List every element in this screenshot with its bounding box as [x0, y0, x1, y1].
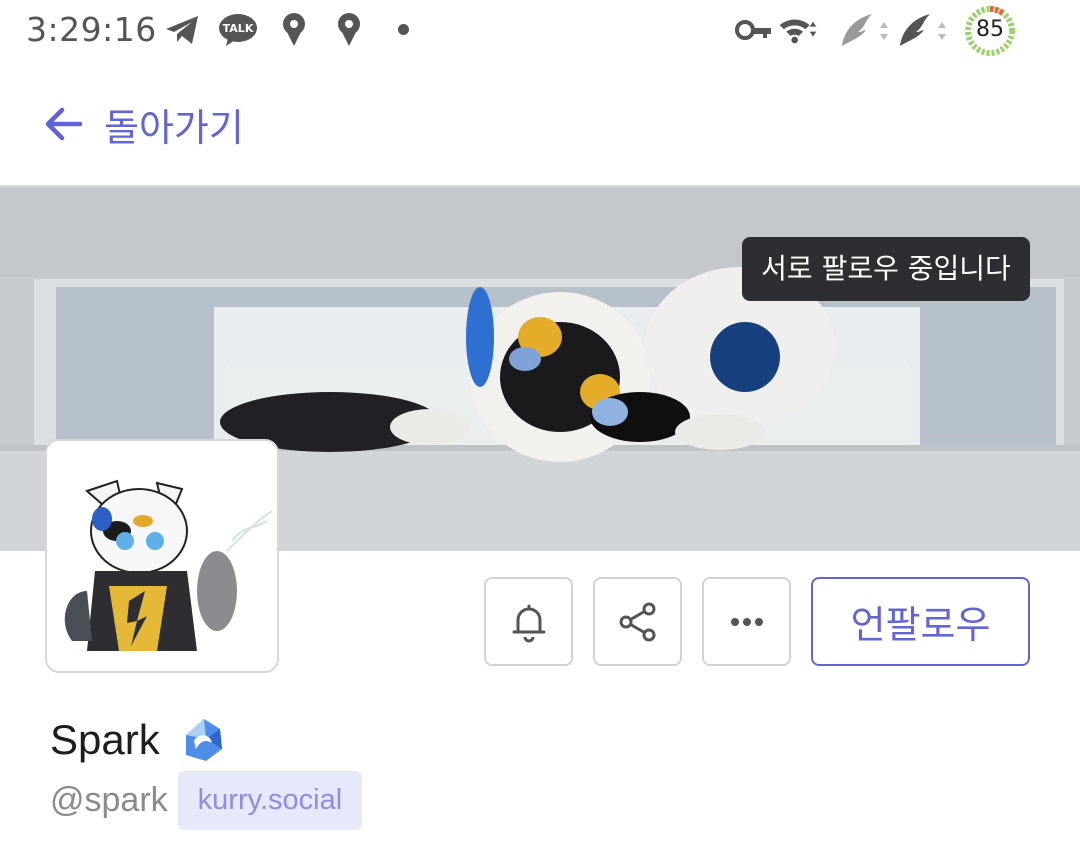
back-label: 돌아가기 — [104, 105, 244, 150]
more-options-button[interactable] — [702, 577, 791, 666]
status-time: 3:29:16 — [26, 10, 157, 49]
back-button[interactable]: 돌아가기 — [40, 96, 244, 152]
notification-bell-button[interactable] — [484, 577, 573, 666]
battery-level: 85 — [976, 17, 1004, 42]
battery-icon: 85 — [964, 5, 1016, 57]
blue-crystal-emoji-icon — [185, 719, 222, 761]
username-handle: @spark — [50, 780, 168, 819]
telegram-icon — [166, 16, 198, 44]
mutual-follow-tooltip: 서로 팔로우 중입니다 — [742, 237, 1030, 301]
unfollow-button[interactable]: 언팔로우 — [811, 577, 1030, 666]
avatar[interactable] — [45, 439, 279, 673]
instance-badge[interactable]: kurry.social — [177, 770, 363, 830]
vpn-key-icon — [735, 20, 771, 40]
talk-label: TALK — [223, 22, 254, 35]
profile-handle-row: @spark kurry.social — [50, 770, 363, 830]
dot-icon — [398, 24, 409, 35]
location-pin-icon — [283, 13, 305, 46]
more-icon — [730, 617, 763, 626]
signal-icon-2 — [900, 14, 946, 46]
status-bar: 3:29:16 TALK 85 — [0, 0, 1080, 60]
display-name: Spark — [50, 716, 160, 763]
arrow-left-icon — [45, 107, 83, 141]
location-pin-icon-2 — [338, 13, 360, 46]
share-button[interactable] — [593, 577, 682, 666]
bell-icon — [512, 604, 545, 642]
kakaotalk-icon: TALK — [218, 10, 258, 50]
signal-icon — [842, 14, 888, 46]
share-icon — [619, 602, 655, 641]
wifi-icon — [779, 19, 817, 44]
profile-name-row: Spark — [50, 712, 226, 768]
